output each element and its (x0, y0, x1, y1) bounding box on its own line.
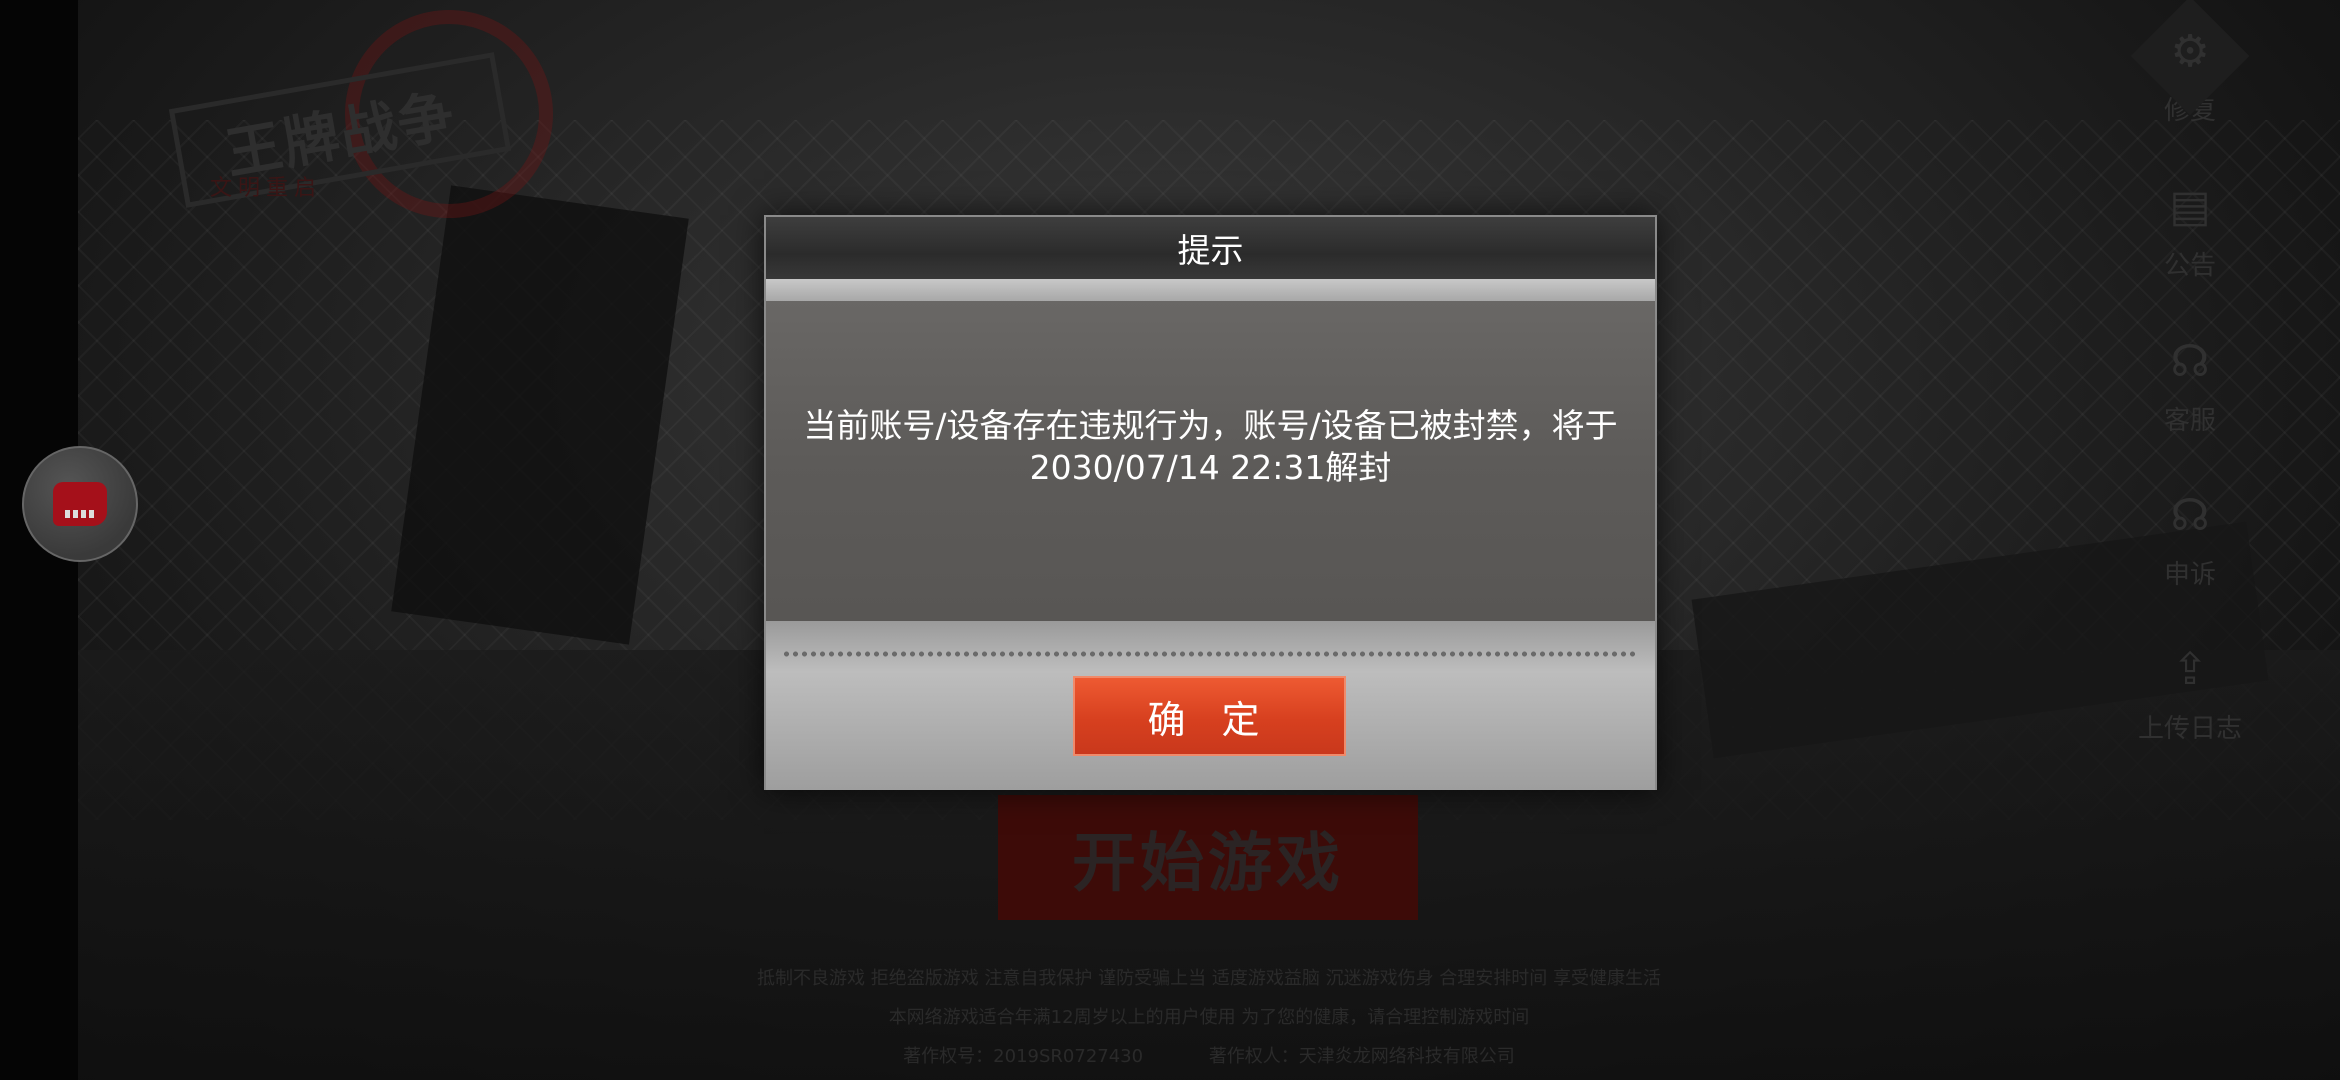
dialog-body: 当前账号/设备存在违规行为，账号/设备已被封禁，将于2030/07/14 22:… (766, 301, 1655, 621)
dialog-header: 提示 (766, 217, 1655, 280)
start-game-button[interactable]: 开始游戏 (998, 795, 1418, 920)
menu-appeal[interactable]: ☊ 申诉 (2120, 484, 2260, 591)
dialog-footer: 确 定 (766, 621, 1655, 790)
menu-upload-log[interactable]: ⇪ 上传日志 (2120, 638, 2260, 745)
health-notice: 抵制不良游戏 拒绝盗版游戏 注意自我保护 谨防受骗上当 适度游戏益脑 沉迷游戏伤… (756, 968, 1662, 989)
menu-appeal-label: 申诉 (2163, 560, 2216, 590)
gear-icon: ⚙ (2170, 26, 2210, 77)
menu-customer-service[interactable]: ☊ 客服 (2120, 330, 2260, 437)
dialog-message: 当前账号/设备存在违规行为，账号/设备已被封禁，将于2030/07/14 22:… (803, 406, 1618, 487)
menu-announcement[interactable]: ▤ 公告 (2120, 175, 2260, 282)
copyright-owner: 著作权人：天津炎龙网络科技有限公司 (1208, 1046, 1515, 1067)
age-notice: 本网络游戏适合年满12周岁以上的用户使用 为了您的健康，请合理控制游戏时间 (888, 1007, 1530, 1028)
copyright-number: 著作权号：2019SR0727430 (903, 1046, 1144, 1067)
menu-announcement-label: 公告 (2163, 251, 2216, 281)
menu-upload-log-label: 上传日志 (2137, 714, 2242, 744)
dialog-title: 提示 (1177, 231, 1244, 270)
ban-notice-dialog: 提示 当前账号/设备存在违规行为，账号/设备已被封禁，将于2030/07/14 … (764, 215, 1657, 790)
upload-icon: ⇪ (2171, 644, 2209, 695)
copyright-line: 著作权号：2019SR0727430 著作权人：天津炎龙网络科技有限公司 (78, 1042, 2340, 1068)
dotted-separator (782, 651, 1639, 657)
floating-assistant-button[interactable] (22, 446, 138, 562)
menu-customer-service-label: 客服 (2163, 406, 2216, 436)
logo-subtitle: 文明重启 (210, 176, 323, 201)
dialog-divider (766, 279, 1655, 301)
notice-icon: ▤ (2169, 181, 2211, 232)
confirm-button[interactable]: 确 定 (1073, 676, 1346, 756)
monster-mouth-icon (53, 482, 107, 526)
headset-icon: ☊ (2170, 336, 2210, 387)
headset-icon: ☊ (2170, 490, 2210, 541)
menu-repair[interactable]: ⚙ 修复 (2120, 0, 2260, 127)
